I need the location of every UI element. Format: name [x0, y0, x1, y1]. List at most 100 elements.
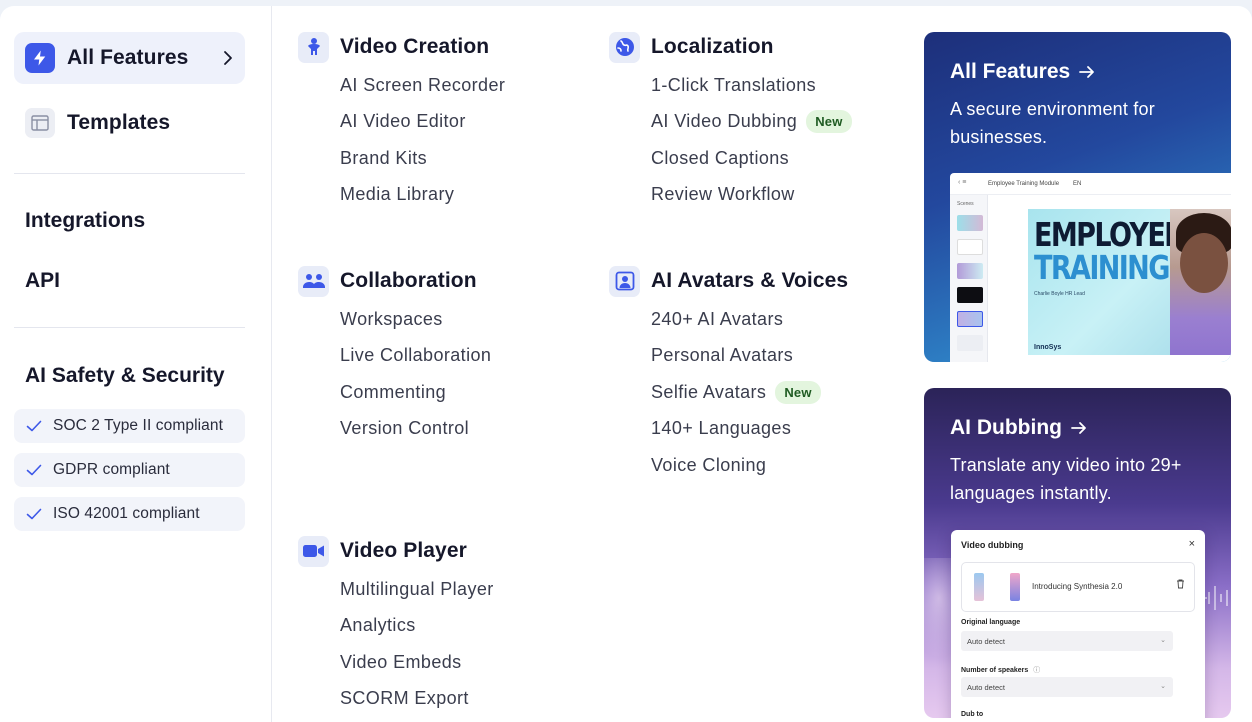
- editor-topbar: Employee Training Module EN: [950, 173, 1231, 195]
- scene-thumbnail: [957, 263, 983, 279]
- dialog-title: Video dubbing: [961, 540, 1024, 550]
- checkmark-icon: [26, 464, 42, 476]
- sidebar-link-api[interactable]: API: [25, 269, 60, 293]
- menu-item-ai-video-dubbing[interactable]: AI Video Dubbing New: [651, 104, 852, 141]
- menu-item-version-control[interactable]: Version Control: [340, 411, 491, 448]
- avatar-portrait-icon: [609, 265, 640, 297]
- trash-icon: [1176, 579, 1185, 592]
- menu-item-live-collaboration[interactable]: Live Collaboration: [340, 338, 491, 375]
- sidebar-item-label: Templates: [67, 111, 171, 134]
- menu-item-analytics[interactable]: Analytics: [340, 608, 494, 645]
- arrow-right-icon: [1079, 66, 1095, 78]
- globe-icon: [609, 31, 640, 63]
- sidebar-item-templates[interactable]: Templates: [14, 97, 245, 149]
- card-title-text: AI Dubbing: [950, 416, 1062, 439]
- card-title-text: All Features: [950, 60, 1071, 83]
- card-title: AI Dubbing: [950, 416, 1087, 440]
- select-value: Auto detect: [967, 682, 1005, 692]
- group-title: Collaboration: [340, 269, 477, 292]
- group-video-creation: Video Creation AI Screen Recorder AI Vid…: [298, 30, 505, 213]
- field-label: Dub to: [961, 711, 984, 718]
- video-camera-icon: [298, 535, 329, 567]
- features-sidebar: All Features Templates Integrations API …: [0, 6, 272, 722]
- back-chevron-icon: ‹ ≡: [958, 179, 967, 186]
- arrow-right-icon: [1071, 422, 1086, 434]
- sidebar-item-all-features[interactable]: All Features: [14, 32, 245, 84]
- menu-item-multilingual-player[interactable]: Multilingual Player: [340, 571, 494, 608]
- people-group-icon: [298, 265, 329, 297]
- compliance-label: SOC 2 Type II compliant: [53, 417, 224, 434]
- video-thumbnail: [1010, 573, 1020, 601]
- group-title: AI Avatars & Voices: [651, 269, 849, 292]
- field-label-text: Number of speakers: [961, 667, 1029, 674]
- avatar-image: [1170, 209, 1231, 355]
- compliance-label: GDPR compliant: [53, 461, 170, 478]
- original-language-select: Auto detect ⌄: [961, 631, 1173, 651]
- sidebar-link-integrations[interactable]: Integrations: [25, 209, 145, 233]
- promo-card-all-features[interactable]: All Features A secure environment for bu…: [924, 32, 1231, 362]
- menu-item-1-click-translations[interactable]: 1-Click Translations: [651, 67, 852, 104]
- canvas-logo: InnoSys: [1034, 344, 1062, 351]
- avatar-face: [1180, 233, 1228, 293]
- chevron-down-icon: ⌄: [1160, 637, 1166, 644]
- group-ai-avatars-voices: AI Avatars & Voices 240+ AI Avatars Pers…: [609, 264, 848, 484]
- field-label: Number of speakers ⓘ: [961, 665, 1040, 675]
- menu-item-selfie-avatars[interactable]: Selfie Avatars New: [651, 374, 848, 411]
- menu-item-ai-video-editor[interactable]: AI Video Editor: [340, 104, 505, 141]
- chevron-down-icon: ⌄: [1160, 683, 1166, 690]
- promo-card-ai-dubbing[interactable]: AI Dubbing Translate any video into 29+ …: [924, 388, 1231, 718]
- sidebar-divider: [14, 327, 245, 328]
- scene-thumbnail: [957, 287, 983, 303]
- card-title: All Features: [950, 60, 1095, 84]
- menu-item-label: AI Video Dubbing: [651, 111, 798, 132]
- chevron-right-icon: [223, 50, 233, 71]
- card-description: Translate any video into 29+ languages i…: [950, 455, 1182, 503]
- card-description: A secure environment for businesses.: [950, 99, 1155, 147]
- scenes-label: Scenes: [957, 201, 974, 207]
- menu-item-ai-screen-recorder[interactable]: AI Screen Recorder: [340, 67, 505, 104]
- compliance-badge-gdpr: GDPR compliant: [14, 453, 245, 487]
- checkmark-icon: [26, 420, 42, 432]
- menu-item-review-workflow[interactable]: Review Workflow: [651, 177, 852, 214]
- features-menu-panel: All Features Templates Integrations API …: [0, 6, 1252, 722]
- menu-item-closed-captions[interactable]: Closed Captions: [651, 140, 852, 177]
- menu-item-240-ai-avatars[interactable]: 240+ AI Avatars: [651, 301, 848, 338]
- scenes-panel: Scenes: [950, 195, 988, 362]
- scene-thumbnail: [957, 311, 983, 327]
- new-badge: New: [806, 110, 852, 134]
- audio-wave-decoration: [1203, 586, 1228, 610]
- template-layout-icon: [25, 108, 55, 138]
- checkmark-icon: [26, 508, 42, 520]
- group-collaboration: Collaboration Workspaces Live Collaborat…: [298, 264, 491, 447]
- menu-item-scorm-export[interactable]: SCORM Export: [340, 681, 494, 718]
- menu-item-workspaces[interactable]: Workspaces: [340, 301, 491, 338]
- menu-item-commenting[interactable]: Commenting: [340, 374, 491, 411]
- close-icon: ×: [1188, 538, 1195, 550]
- sidebar-item-label: All Features: [67, 46, 189, 69]
- video-thumbnail: [974, 573, 984, 601]
- compliance-label: ISO 42001 compliant: [53, 505, 200, 522]
- video-file-row: Introducing Synthesia 2.0: [961, 562, 1195, 612]
- scene-thumbnail: [957, 215, 983, 231]
- info-icon: ⓘ: [1033, 667, 1041, 674]
- new-badge: New: [775, 380, 821, 404]
- group-title: Localization: [651, 35, 774, 58]
- group-localization: Localization 1-Click Translations AI Vid…: [609, 30, 852, 213]
- editor-preview-image: Employee Training Module EN ‹ ≡ Scenes E…: [950, 173, 1231, 362]
- menu-item-personal-avatars[interactable]: Personal Avatars: [651, 338, 848, 375]
- menu-item-media-library[interactable]: Media Library: [340, 177, 505, 214]
- select-value: Auto detect: [967, 636, 1005, 646]
- menu-item-video-embeds[interactable]: Video Embeds: [340, 644, 494, 681]
- person-icon: [298, 31, 329, 63]
- menu-item-voice-cloning[interactable]: Voice Cloning: [651, 447, 848, 484]
- canvas-headline: TRAINING: [1034, 248, 1170, 287]
- menu-item-140-languages[interactable]: 140+ Languages: [651, 411, 848, 448]
- group-video-player: Video Player Multilingual Player Analyti…: [298, 534, 494, 717]
- menu-item-brand-kits[interactable]: Brand Kits: [340, 140, 505, 177]
- menu-item-label: Selfie Avatars: [651, 381, 767, 402]
- scene-thumbnail: [957, 335, 983, 351]
- editor-tag: EN: [1073, 180, 1082, 187]
- editor-canvas: EMPLOYEE TRAINING Charlie Boyle HR Lead …: [1028, 209, 1231, 355]
- compliance-badge-soc2: SOC 2 Type II compliant: [14, 409, 245, 443]
- scene-thumbnail: [957, 239, 983, 255]
